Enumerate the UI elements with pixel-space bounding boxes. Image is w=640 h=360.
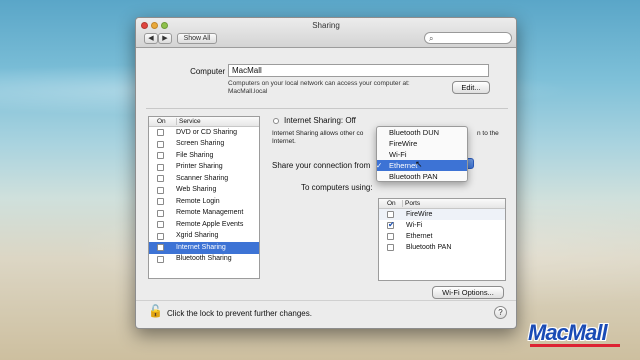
computer-name-field[interactable]: MacMall — [228, 64, 489, 77]
service-checkbox[interactable] — [157, 244, 164, 251]
port-checkbox-checked[interactable] — [387, 220, 395, 229]
port-label: FireWire — [406, 210, 433, 218]
table-row[interactable]: Wi-Fi — [379, 220, 505, 231]
list-item-selected[interactable]: Internet Sharing — [149, 242, 259, 254]
note-line-1: Computers on your local network can acce… — [228, 80, 410, 87]
service-label: Internet Sharing — [176, 243, 226, 251]
service-label: Remote Apple Events — [176, 220, 244, 228]
menu-item[interactable]: Bluetooth PAN — [377, 171, 467, 182]
window-title: Sharing — [312, 21, 340, 30]
back-button[interactable]: ◀ — [144, 33, 158, 44]
lock-icon[interactable]: 🔓 — [148, 304, 163, 318]
menu-item-label: Bluetooth DUN — [389, 128, 440, 137]
service-checkbox[interactable] — [157, 152, 164, 159]
check-icon: ✓ — [376, 161, 383, 170]
search-icon: ⌕ — [429, 34, 434, 43]
lock-text: Click the lock to prevent further change… — [167, 309, 312, 318]
table-row[interactable]: Bluetooth PAN — [379, 242, 505, 253]
service-checkbox[interactable] — [157, 255, 164, 263]
table-row[interactable]: Ethernet — [379, 231, 505, 242]
port-checkbox[interactable] — [387, 233, 394, 240]
port-checkbox[interactable] — [387, 211, 394, 218]
column-service-header[interactable]: Service — [176, 118, 201, 125]
title-bar: Sharing ◀ ▶ Show All ⌕ — [136, 18, 516, 48]
share-from-menu[interactable]: Bluetooth DUN FireWire Wi-Fi ✓ Ethernet ↖ … — [376, 126, 468, 182]
service-label: File Sharing — [176, 151, 214, 159]
service-checkbox[interactable] — [157, 221, 164, 228]
menu-item[interactable]: FireWire — [377, 138, 467, 149]
note-line-2: MacMall.local — [228, 88, 268, 95]
edit-button[interactable]: Edit... — [452, 81, 490, 94]
computer-name-note: Computers on your local network can acce… — [228, 80, 438, 96]
service-label: Screen Sharing — [176, 140, 225, 147]
service-label: Web Sharing — [176, 186, 217, 193]
port-label: Bluetooth PAN — [406, 243, 452, 251]
search-input[interactable]: ⌕ — [424, 32, 512, 44]
service-label: Scanner Sharing — [176, 174, 229, 182]
show-all-button[interactable]: Show All — [177, 33, 217, 44]
service-label: Xgrid Sharing — [176, 232, 219, 239]
service-list-header: On Service — [149, 117, 259, 127]
service-checkbox[interactable] — [157, 198, 164, 205]
internet-sharing-status: Internet Sharing: Off — [284, 116, 356, 125]
share-from-label: Share your connection from — [272, 161, 371, 170]
description-right: n to the — [477, 130, 499, 137]
service-checkbox[interactable] — [157, 209, 164, 217]
to-computers-label: To computers using: — [301, 183, 373, 192]
port-label: Wi-Fi — [406, 221, 423, 229]
logo-underline — [530, 344, 620, 347]
port-checkbox[interactable] — [387, 244, 394, 251]
menu-item-label: FireWire — [389, 139, 418, 148]
list-item[interactable]: Bluetooth Sharing — [149, 254, 259, 266]
menu-item[interactable]: Bluetooth DUN — [377, 127, 467, 138]
divider — [146, 108, 508, 109]
service-label: Printer Sharing — [176, 163, 223, 170]
column-ports-header[interactable]: Ports — [402, 200, 420, 207]
pointer-cursor-icon: ↖ — [415, 159, 423, 169]
service-checkbox[interactable] — [157, 163, 164, 171]
list-item[interactable]: Printer Sharing — [149, 162, 259, 174]
list-item[interactable]: File Sharing — [149, 150, 259, 162]
menu-item-label: Ethernet — [389, 161, 418, 170]
forward-button[interactable]: ▶ — [158, 33, 172, 44]
menu-item-label: Wi-Fi — [389, 150, 407, 159]
menu-item-selected[interactable]: ✓ Ethernet ↖ — [376, 159, 467, 171]
service-checkbox[interactable] — [157, 232, 164, 240]
menu-item-label: Bluetooth PAN — [389, 172, 438, 181]
list-item[interactable]: DVD or CD Sharing — [149, 127, 259, 139]
status-indicator-icon — [273, 118, 279, 124]
ports-list-header: On Ports — [379, 199, 505, 209]
divider — [136, 300, 516, 301]
help-button[interactable]: ? — [494, 306, 507, 319]
port-label: Ethernet — [406, 232, 433, 240]
wifi-options-button[interactable]: Wi-Fi Options... — [432, 286, 504, 299]
list-item[interactable]: Xgrid Sharing — [149, 231, 259, 243]
list-item[interactable]: Screen Sharing — [149, 139, 259, 151]
list-item[interactable]: Remote Management — [149, 208, 259, 220]
service-checkbox[interactable] — [157, 140, 164, 148]
table-row[interactable]: FireWire — [379, 209, 505, 220]
list-item[interactable]: Remote Apple Events — [149, 219, 259, 231]
service-list[interactable]: On Service DVD or CD Sharing Screen Shar… — [148, 116, 260, 279]
list-item[interactable]: Remote Login — [149, 196, 259, 208]
service-checkbox[interactable] — [157, 175, 164, 182]
column-on-header[interactable]: On — [157, 118, 166, 125]
service-checkbox[interactable] — [157, 129, 164, 136]
description-left: Internet Sharing allows other co — [272, 130, 364, 137]
service-label: Bluetooth Sharing — [176, 255, 232, 262]
service-label: DVD or CD Sharing — [176, 128, 238, 136]
list-item[interactable]: Scanner Sharing — [149, 173, 259, 185]
ports-list[interactable]: On Ports FireWire Wi-Fi Ethernet Bluetoo… — [378, 198, 506, 281]
service-label: Remote Login — [176, 197, 220, 205]
list-item[interactable]: Web Sharing — [149, 185, 259, 197]
service-checkbox[interactable] — [157, 186, 164, 194]
column-on-header[interactable]: On — [387, 200, 396, 207]
service-label: Remote Management — [176, 209, 244, 216]
macmall-logo: MacMall — [528, 320, 608, 345]
